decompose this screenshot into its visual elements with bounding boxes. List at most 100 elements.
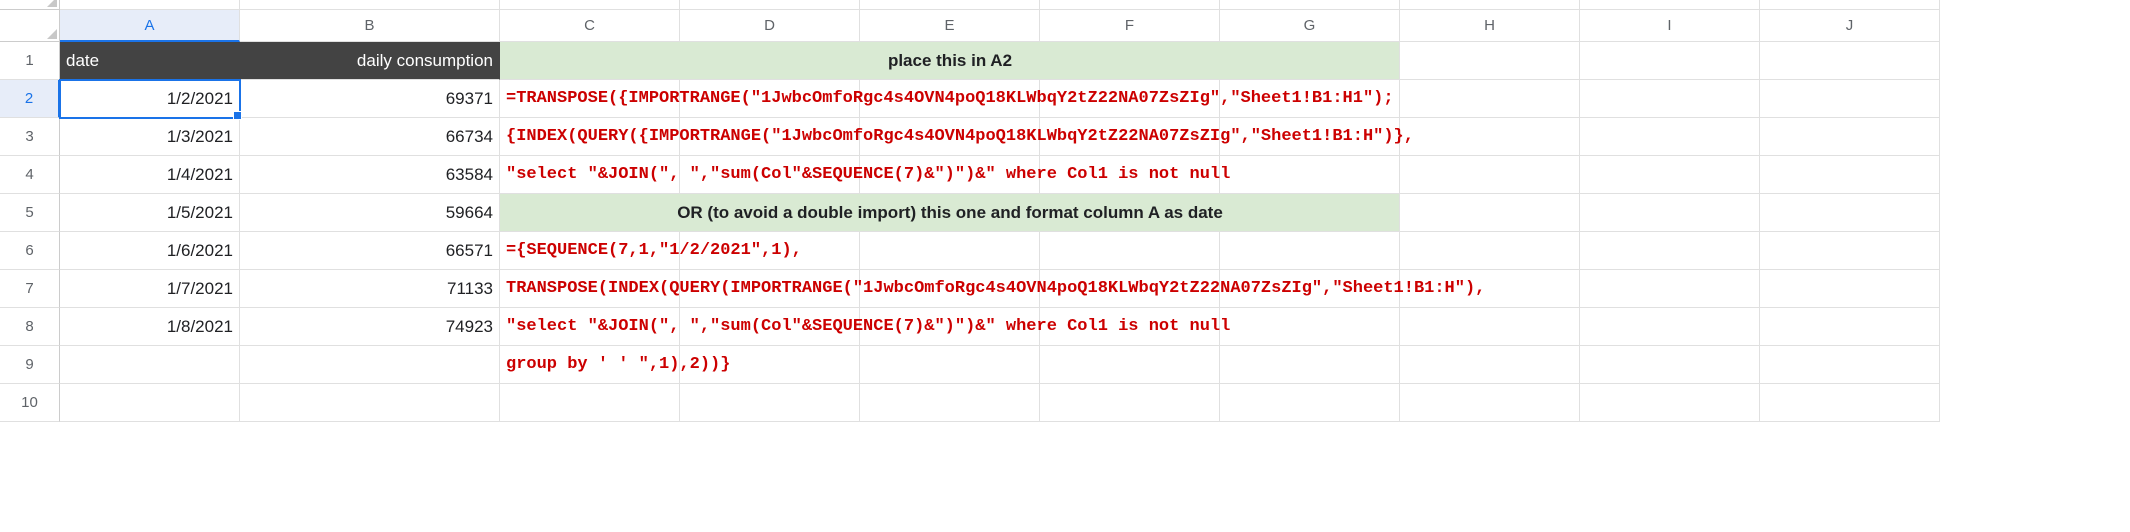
cell-E6[interactable] [860, 232, 1040, 270]
cell-E3[interactable] [860, 118, 1040, 156]
cell-J9[interactable] [1760, 346, 1940, 384]
cell-D10[interactable] [680, 384, 860, 422]
cell-E1[interactable] [860, 42, 1040, 80]
cell-D1[interactable] [680, 42, 860, 80]
cell-C8[interactable]: "select "&JOIN(", ","sum(Col"&SEQUENCE(7… [500, 308, 680, 346]
cell-I5[interactable] [1580, 194, 1760, 232]
cell-A6[interactable]: 1/6/2021 [60, 232, 240, 270]
cell-A7[interactable]: 1/7/2021 [60, 270, 240, 308]
col-header-J[interactable]: J [1760, 10, 1940, 42]
cell-F4[interactable] [1040, 156, 1220, 194]
cell-B2[interactable]: 69371 [240, 80, 500, 118]
cell-D7[interactable] [680, 270, 860, 308]
cell-A3[interactable]: 1/3/2021 [60, 118, 240, 156]
cell-F1[interactable] [1040, 42, 1220, 80]
cell-H1[interactable] [1400, 42, 1580, 80]
cell-H4[interactable] [1400, 156, 1580, 194]
row-header-9[interactable]: 9 [0, 346, 60, 384]
cell-F3[interactable] [1040, 118, 1220, 156]
cell-B3[interactable]: 66734 [240, 118, 500, 156]
cell-J5[interactable] [1760, 194, 1940, 232]
cell-G10[interactable] [1220, 384, 1400, 422]
cell-B7[interactable]: 71133 [240, 270, 500, 308]
cell-E8[interactable] [860, 308, 1040, 346]
cell-I2[interactable] [1580, 80, 1760, 118]
cell-I6[interactable] [1580, 232, 1760, 270]
col-header-B[interactable]: B [240, 10, 500, 42]
col-header-F[interactable]: F [1040, 10, 1220, 42]
col-header-D[interactable]: D [680, 10, 860, 42]
row-header-6[interactable]: 6 [0, 232, 60, 270]
cell-C2[interactable]: =TRANSPOSE({IMPORTRANGE("1JwbcOmfoRgc4s4… [500, 80, 680, 118]
cell-J8[interactable] [1760, 308, 1940, 346]
cell-B8[interactable]: 74923 [240, 308, 500, 346]
cell-F6[interactable] [1040, 232, 1220, 270]
row-header-1[interactable]: 1 [0, 42, 60, 80]
cell-F5[interactable] [1040, 194, 1220, 232]
cell-C4[interactable]: "select "&JOIN(", ","sum(Col"&SEQUENCE(7… [500, 156, 680, 194]
cell-I8[interactable] [1580, 308, 1760, 346]
col-header-A[interactable]: A [60, 10, 240, 42]
row-header-2[interactable]: 2 [0, 80, 60, 118]
cell-H2[interactable] [1400, 80, 1580, 118]
cell-E7[interactable] [860, 270, 1040, 308]
cell-E9[interactable] [860, 346, 1040, 384]
cell-D8[interactable] [680, 308, 860, 346]
cell-I3[interactable] [1580, 118, 1760, 156]
cell-J4[interactable] [1760, 156, 1940, 194]
row-header-4[interactable]: 4 [0, 156, 60, 194]
cell-G1[interactable] [1220, 42, 1400, 80]
cell-H3[interactable] [1400, 118, 1580, 156]
cell-E4[interactable] [860, 156, 1040, 194]
cell-G4[interactable] [1220, 156, 1400, 194]
cell-F7[interactable] [1040, 270, 1220, 308]
cell-G3[interactable] [1220, 118, 1400, 156]
cell-J1[interactable] [1760, 42, 1940, 80]
cell-H8[interactable] [1400, 308, 1580, 346]
cell-C10[interactable] [500, 384, 680, 422]
cell-I1[interactable] [1580, 42, 1760, 80]
cell-J7[interactable] [1760, 270, 1940, 308]
col-header-I[interactable]: I [1580, 10, 1760, 42]
cell-H5[interactable] [1400, 194, 1580, 232]
cell-F2[interactable] [1040, 80, 1220, 118]
cell-D2[interactable] [680, 80, 860, 118]
cell-G5[interactable] [1220, 194, 1400, 232]
row-header-10[interactable]: 10 [0, 384, 60, 422]
row-header-8[interactable]: 8 [0, 308, 60, 346]
cell-G8[interactable] [1220, 308, 1400, 346]
cell-B5[interactable]: 59664 [240, 194, 500, 232]
cell-D4[interactable] [680, 156, 860, 194]
cell-H10[interactable] [1400, 384, 1580, 422]
row-header-3[interactable]: 3 [0, 118, 60, 156]
cell-D3[interactable] [680, 118, 860, 156]
cell-A8[interactable]: 1/8/2021 [60, 308, 240, 346]
row-header-5[interactable]: 5 [0, 194, 60, 232]
cell-A5[interactable]: 1/5/2021 [60, 194, 240, 232]
col-header-G[interactable]: G [1220, 10, 1400, 42]
cell-B10[interactable] [240, 384, 500, 422]
col-header-E[interactable]: E [860, 10, 1040, 42]
cell-J6[interactable] [1760, 232, 1940, 270]
cell-A10[interactable] [60, 384, 240, 422]
cell-C3[interactable]: {INDEX(QUERY({IMPORTRANGE("1JwbcOmfoRgc4… [500, 118, 680, 156]
cell-B4[interactable]: 63584 [240, 156, 500, 194]
cell-B1[interactable]: daily consumption [240, 42, 500, 80]
row-header-7[interactable]: 7 [0, 270, 60, 308]
cell-D9[interactable] [680, 346, 860, 384]
cell-F10[interactable] [1040, 384, 1220, 422]
cell-H7[interactable] [1400, 270, 1580, 308]
col-header-H[interactable]: H [1400, 10, 1580, 42]
select-all-corner[interactable] [0, 10, 60, 42]
col-header-C[interactable]: C [500, 10, 680, 42]
cell-E10[interactable] [860, 384, 1040, 422]
cell-H9[interactable] [1400, 346, 1580, 384]
cell-C1[interactable]: place this in A2 [500, 42, 680, 80]
spreadsheet-grid[interactable]: A B C D E F G H I J 1 date daily consump… [0, 0, 2130, 422]
cell-C7[interactable]: TRANSPOSE(INDEX(QUERY(IMPORTRANGE("1Jwbc… [500, 270, 680, 308]
cell-I10[interactable] [1580, 384, 1760, 422]
cell-J10[interactable] [1760, 384, 1940, 422]
cell-E5[interactable] [860, 194, 1040, 232]
cell-A4[interactable]: 1/4/2021 [60, 156, 240, 194]
cell-C5[interactable]: OR (to avoid a double import) this one a… [500, 194, 680, 232]
